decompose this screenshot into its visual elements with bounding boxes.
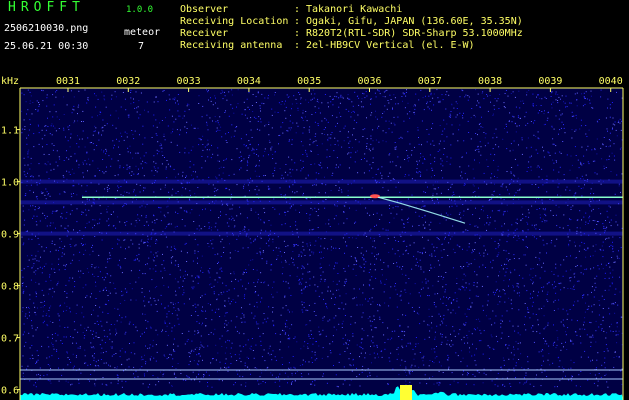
x-tick-label: 0035 <box>297 76 321 87</box>
y-tick-label: 1.1 <box>1 126 19 137</box>
info-antenna-value: 2el-HB9CV Vertical (el. E-W) <box>306 40 475 51</box>
info-observer-value: Takanori Kawachi <box>306 4 403 15</box>
info-receiver-sep: : <box>294 28 301 39</box>
header-panel: HROFFT 1.0.0 2506210030.png 25.06.21 00:… <box>0 0 629 72</box>
meteor-count: 7 <box>138 41 145 52</box>
info-antenna-sep: : <box>294 40 301 51</box>
x-tick-label: 0037 <box>418 76 442 87</box>
hrofft-window: HROFFT 1.0.0 2506210030.png 25.06.21 00:… <box>0 0 629 400</box>
x-tick-label: 0036 <box>357 76 381 87</box>
info-observer-label: Observer <box>180 4 229 15</box>
info-location-value: Ogaki, Gifu, JAPAN (136.60E, 35.35N) <box>306 16 523 27</box>
x-tick-label: 0038 <box>478 76 502 87</box>
info-observer-sep: : <box>294 4 301 15</box>
file-name: 2506210030.png <box>4 23 89 34</box>
info-receiver-value: R820T2(RTL-SDR) SDR-Sharp 53.1000MHz <box>306 28 523 39</box>
y-unit-label: kHz <box>1 76 19 87</box>
info-location-label: Receiving Location <box>180 16 289 27</box>
noise-field <box>20 88 623 400</box>
x-tick-label: 0039 <box>538 76 562 87</box>
info-antenna-label: Receiving antenna <box>180 40 283 51</box>
x-tick-label: 0031 <box>56 76 80 87</box>
meteor-label: meteor <box>124 27 161 38</box>
spectrogram-panel: 0031 0032 0033 0034 0035 0036 0037 0038 0039 0040… <box>0 72 629 400</box>
app-logo: HROFFT <box>8 0 85 15</box>
spectrogram: 0031 0032 0033 0034 0035 0036 0037 0038 0039 0040… <box>0 72 629 400</box>
y-tick-label: 0.7 <box>1 334 19 345</box>
info-location-sep: : <box>294 16 301 27</box>
x-tick-label: 0032 <box>116 76 140 87</box>
y-tick-label: 0.9 <box>1 230 19 241</box>
date-time: 25.06.21 00:30 <box>4 41 89 52</box>
x-tick-label: 0034 <box>237 76 261 87</box>
y-tick-label: 0.6 <box>1 386 19 397</box>
app-version: 1.0.0 <box>126 5 154 15</box>
x-tick-label: 0040 <box>599 76 623 87</box>
y-tick-label: 1.0 <box>1 178 19 189</box>
x-tick-label: 0033 <box>177 76 201 87</box>
info-receiver-label: Receiver <box>180 28 229 39</box>
y-tick-label: 0.8 <box>1 282 19 293</box>
